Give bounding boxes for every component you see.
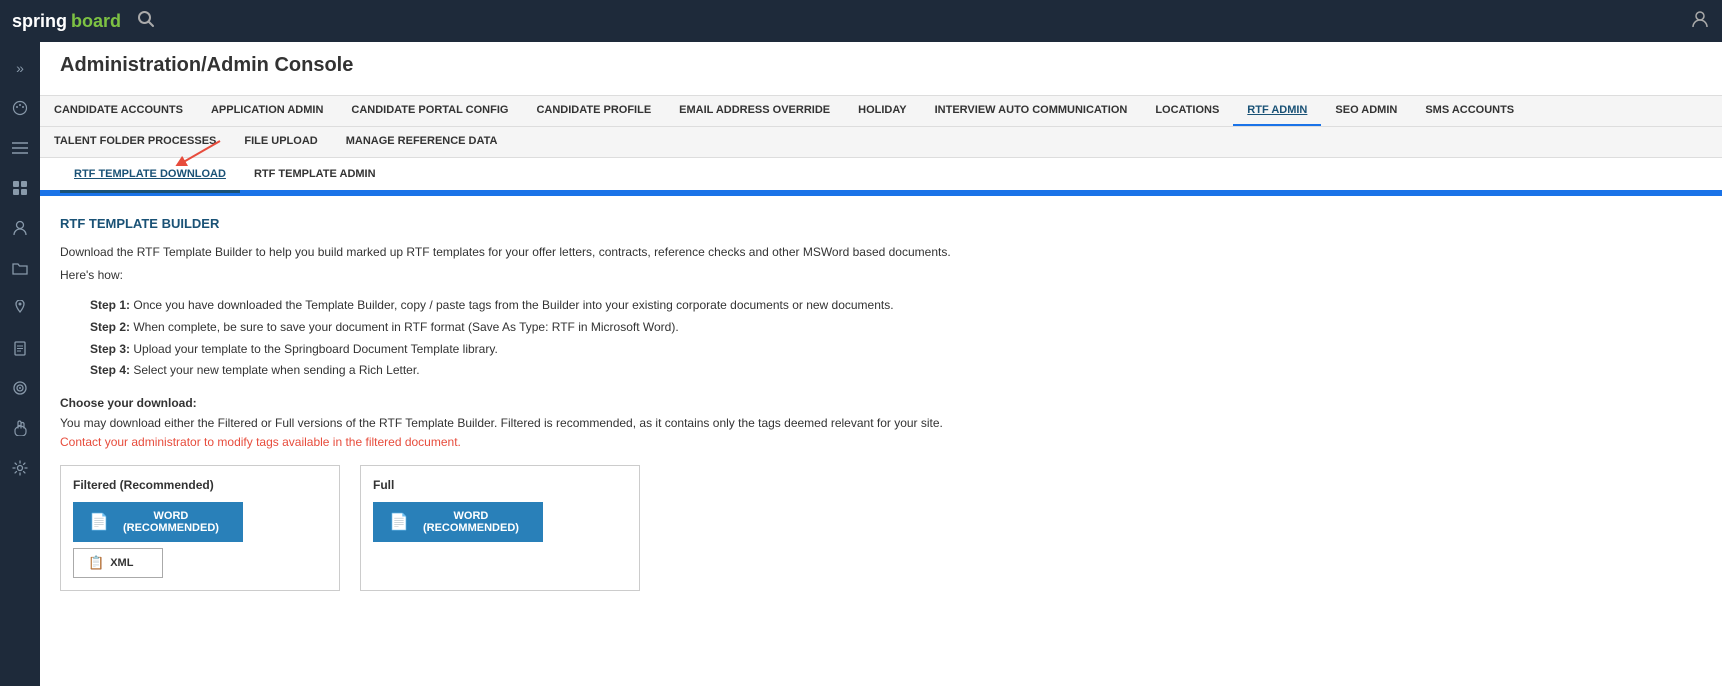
- main-content: RTF TEMPLATE BUILDER Download the RTF Te…: [40, 196, 1722, 686]
- nav-rtf-admin[interactable]: RTF ADMIN: [1233, 96, 1321, 126]
- nav-candidate-profile[interactable]: CANDIDATE PROFILE: [522, 96, 665, 126]
- section-title: RTF TEMPLATE BUILDER: [60, 216, 1702, 231]
- nav-candidate-accounts[interactable]: CANDIDATE ACCOUNTS: [40, 96, 197, 126]
- nav-file-upload[interactable]: FILE UPLOAD: [230, 127, 331, 157]
- full-box-title: Full: [373, 478, 627, 492]
- content-area: Administration/Admin Console CANDIDATE A…: [40, 42, 1722, 686]
- logo: springboard: [12, 11, 121, 32]
- xml-icon: 📋: [88, 555, 104, 571]
- filtered-xml-label: XML: [110, 557, 133, 569]
- choose-title: Choose your download:: [60, 396, 1702, 410]
- choose-desc: You may download either the Filtered or …: [60, 416, 1702, 430]
- top-bar: springboard: [0, 0, 1722, 42]
- nav-sms-accounts[interactable]: SMS ACCOUNTS: [1411, 96, 1528, 126]
- full-word-icon: 📄: [389, 512, 409, 532]
- choose-link[interactable]: Contact your administrator to modify tag…: [60, 435, 461, 449]
- primary-nav: CANDIDATE ACCOUNTS APPLICATION ADMIN CAN…: [40, 96, 1722, 127]
- nav-interview-auto-communication[interactable]: INTERVIEW AUTO COMMUNICATION: [921, 96, 1142, 126]
- sidebar-icon-person[interactable]: [2, 210, 38, 246]
- filtered-word-label: WORD (RECOMMENDED): [115, 510, 227, 534]
- nav-seo-admin[interactable]: SEO ADMIN: [1321, 96, 1411, 126]
- step-1-text: Once you have downloaded the Template Bu…: [133, 298, 893, 312]
- filtered-xml-button[interactable]: 📋 XML: [73, 548, 163, 578]
- step-4-text: Select your new template when sending a …: [133, 363, 419, 377]
- logo-spring: spring: [12, 11, 67, 32]
- search-icon[interactable]: [137, 10, 155, 33]
- filtered-box-title: Filtered (Recommended): [73, 478, 327, 492]
- description-line2: Here's how:: [60, 266, 1702, 285]
- sidebar-icon-document[interactable]: [2, 330, 38, 366]
- step-4-label: Step 4:: [90, 363, 130, 377]
- step-2-label: Step 2:: [90, 320, 130, 334]
- step-1-label: Step 1:: [90, 298, 130, 312]
- nav-email-address-override[interactable]: EMAIL ADDRESS OVERRIDE: [665, 96, 844, 126]
- sidebar-icon-grid[interactable]: [2, 170, 38, 206]
- step-3-label: Step 3:: [90, 342, 130, 356]
- sub-tabs: RTF TEMPLATE DOWNLOAD RTF TEMPLATE ADMIN: [40, 158, 1722, 193]
- steps-list: Step 1: Once you have downloaded the Tem…: [90, 295, 1702, 381]
- download-section: Filtered (Recommended) 📄 WORD (RECOMMEND…: [60, 465, 1702, 591]
- sidebar-icon-gear[interactable]: [2, 450, 38, 486]
- nav-manage-reference-data[interactable]: MANAGE REFERENCE DATA: [332, 127, 512, 157]
- filtered-download-box: Filtered (Recommended) 📄 WORD (RECOMMEND…: [60, 465, 340, 591]
- logo-board: board: [71, 11, 121, 32]
- description-line1: Download the RTF Template Builder to hel…: [60, 243, 1702, 262]
- sidebar-icon-folder[interactable]: [2, 250, 38, 286]
- sidebar: »: [0, 42, 40, 686]
- user-icon[interactable]: [1690, 9, 1710, 34]
- filtered-word-button[interactable]: 📄 WORD (RECOMMENDED): [73, 502, 243, 542]
- page-header: Administration/Admin Console: [40, 42, 1722, 96]
- nav-application-admin[interactable]: APPLICATION ADMIN: [197, 96, 337, 126]
- nav-locations[interactable]: LOCATIONS: [1141, 96, 1233, 126]
- full-word-label: WORD (RECOMMENDED): [415, 510, 527, 534]
- step-2-text: When complete, be sure to save your docu…: [133, 320, 678, 334]
- full-word-button[interactable]: 📄 WORD (RECOMMENDED): [373, 502, 543, 542]
- sidebar-icon-target[interactable]: [2, 370, 38, 406]
- sidebar-icon-list[interactable]: [2, 130, 38, 166]
- tab-rtf-template-download[interactable]: RTF TEMPLATE DOWNLOAD: [60, 158, 240, 193]
- sidebar-icon-chevron[interactable]: »: [2, 50, 38, 86]
- sidebar-icon-hand[interactable]: [2, 410, 38, 446]
- step-2: Step 2: When complete, be sure to save y…: [90, 317, 1702, 339]
- nav-talent-folder-processes[interactable]: TALENT FOLDER PROCESSES: [40, 127, 230, 157]
- sidebar-icon-palette[interactable]: [2, 90, 38, 126]
- nav-holiday[interactable]: HOLIDAY: [844, 96, 921, 126]
- step-4: Step 4: Select your new template when se…: [90, 360, 1702, 382]
- secondary-nav: TALENT FOLDER PROCESSES FILE UPLOAD MANA…: [40, 127, 1722, 158]
- tab-rtf-template-admin[interactable]: RTF TEMPLATE ADMIN: [240, 158, 390, 193]
- step-3-text: Upload your template to the Springboard …: [133, 342, 497, 356]
- full-download-box: Full 📄 WORD (RECOMMENDED): [360, 465, 640, 591]
- step-3: Step 3: Upload your template to the Spri…: [90, 339, 1702, 361]
- nav-candidate-portal-config[interactable]: CANDIDATE PORTAL CONFIG: [337, 96, 522, 126]
- word-icon: 📄: [89, 512, 109, 532]
- step-1: Step 1: Once you have downloaded the Tem…: [90, 295, 1702, 317]
- sidebar-icon-pin[interactable]: [2, 290, 38, 326]
- page-title: Administration/Admin Console: [60, 54, 1702, 77]
